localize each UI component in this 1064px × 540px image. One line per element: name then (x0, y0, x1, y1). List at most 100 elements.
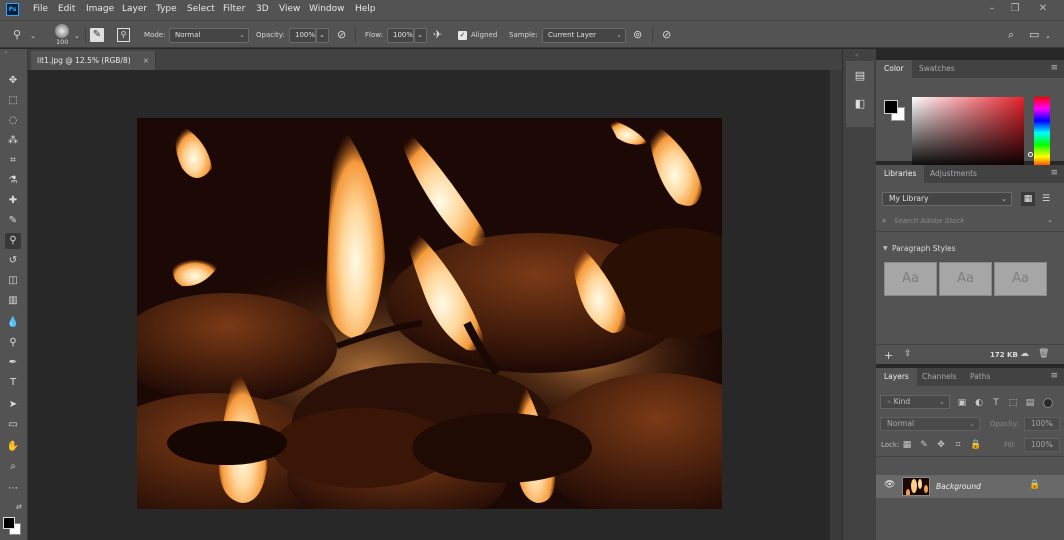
type-filter-icon[interactable]: T (990, 398, 1002, 408)
filter-toggle-icon[interactable] (1043, 398, 1053, 408)
add-icon[interactable]: + (884, 349, 893, 362)
layer-row-background[interactable]: 👁 Background 🔒 (876, 475, 1064, 498)
menu-edit[interactable]: Edit (58, 4, 75, 14)
sample-select[interactable]: Current Layer ⌄ (542, 28, 626, 43)
menu-help[interactable]: Help (355, 4, 376, 14)
canvas-area[interactable] (28, 70, 842, 540)
lock-icon[interactable]: 🔒 (1029, 480, 1040, 490)
collapse-toolbar-icon[interactable]: » (4, 50, 24, 56)
vertical-scrollbar[interactable] (830, 70, 842, 540)
menu-filter[interactable]: Filter (223, 4, 245, 14)
cloud-sync-icon[interactable]: ☁ (1020, 349, 1029, 359)
fill-input[interactable]: 100% ⌄ (1024, 438, 1060, 452)
layer-name[interactable]: Background (936, 482, 981, 491)
chevron-down-icon[interactable]: ⌄ (1045, 30, 1051, 42)
blur-tool-icon[interactable]: 💧 (5, 315, 21, 331)
opacity-input[interactable]: 100% (289, 28, 316, 43)
panel-menu-icon[interactable]: ≡ (1050, 63, 1058, 73)
workspace-icon[interactable]: ▭ (1029, 29, 1039, 41)
grid-view-icon[interactable]: ▦ (1021, 192, 1035, 206)
document-image[interactable] (137, 118, 722, 509)
lock-transparent-icon[interactable]: ▦ (901, 440, 913, 450)
toggle-clone-source-icon[interactable]: ⚲ (117, 28, 130, 42)
healing-brush-tool-icon[interactable]: ✚ (5, 193, 21, 209)
dodge-tool-icon[interactable]: ⚲ (5, 335, 21, 351)
menu-select[interactable]: Select (187, 4, 215, 14)
hue-slider[interactable] (1034, 97, 1050, 169)
menu-window[interactable]: Window (309, 4, 345, 14)
layer-thumbnail[interactable] (902, 477, 930, 496)
hand-tool-icon[interactable]: ✋ (5, 439, 21, 455)
lock-position-icon[interactable]: ✥ (935, 440, 947, 450)
upload-icon[interactable]: ⇪ (904, 349, 912, 359)
close-window-icon[interactable]: ✕ (1036, 2, 1050, 16)
chevron-down-icon[interactable]: ⌄ (1047, 216, 1053, 224)
flow-dropdown[interactable]: ⌄ (414, 28, 427, 43)
pressure-size-icon[interactable]: ⊘ (662, 29, 671, 41)
opacity-dropdown[interactable]: ⌄ (316, 28, 329, 43)
lock-all-icon[interactable]: 🔒 (970, 440, 982, 450)
lasso-tool-icon[interactable]: ◌ (5, 113, 21, 129)
airbrush-icon[interactable]: ✈ (433, 29, 442, 41)
clone-stamp-tool-icon[interactable]: ⚲ (5, 233, 21, 249)
minimize-icon[interactable]: – (985, 2, 999, 16)
panel-menu-icon[interactable]: ≡ (1050, 168, 1058, 178)
mode-select[interactable]: Normal ⌄ (169, 28, 249, 43)
ignore-adjustment-layers-icon[interactable]: ⊚ (633, 29, 642, 41)
quick-selection-tool-icon[interactable]: ⁂ (5, 133, 21, 149)
eyedropper-tool-icon[interactable]: ⚗ (5, 173, 21, 189)
foreground-color-swatch[interactable] (3, 517, 15, 529)
menu-image[interactable]: Image (86, 4, 114, 14)
path-selection-tool-icon[interactable]: ➤ (5, 397, 21, 413)
brush-preview-icon[interactable] (55, 24, 69, 38)
stock-search-input[interactable]: Search Adobe Stock (894, 217, 964, 225)
disclosure-triangle-icon[interactable]: ▼ (883, 245, 888, 252)
restore-icon[interactable]: ❐ (1008, 2, 1022, 16)
pen-tool-icon[interactable]: ✒ (5, 355, 21, 371)
layer-filter-select[interactable]: ⌕ Kind ⌄ (880, 395, 950, 409)
history-panel-icon[interactable]: ▤ (853, 69, 867, 83)
tab-libraries[interactable]: Libraries (876, 165, 925, 183)
library-select[interactable]: My Library ⌄ (882, 192, 1012, 206)
trash-icon[interactable]: 🗑 (1038, 349, 1049, 359)
menu-file[interactable]: File (33, 4, 48, 14)
tab-paths[interactable]: Paths (962, 368, 998, 386)
rectangle-tool-icon[interactable]: ▭ (5, 417, 21, 433)
flow-input[interactable]: 100% (387, 28, 414, 43)
close-icon[interactable]: × (143, 51, 149, 70)
aligned-checkbox[interactable]: ✓ (458, 31, 467, 40)
tab-layers[interactable]: Layers (876, 368, 917, 386)
panel-menu-icon[interactable]: ≡ (1050, 371, 1058, 381)
list-view-icon[interactable]: ☰ (1039, 192, 1053, 206)
tab-swatches[interactable]: Swatches (911, 60, 963, 78)
visibility-eye-icon[interactable]: 👁 (884, 480, 895, 490)
search-icon[interactable]: ⌕ (1008, 29, 1014, 41)
tab-adjustments[interactable]: Adjustments (922, 165, 985, 183)
gradient-tool-icon[interactable]: ▥ (5, 293, 21, 309)
brush-tool-icon[interactable]: ✎ (5, 213, 21, 229)
pressure-opacity-icon[interactable]: ⊘ (337, 29, 346, 41)
properties-panel-icon[interactable]: ◧ (853, 97, 867, 111)
menu-view[interactable]: View (279, 4, 300, 14)
tab-channels[interactable]: Channels (914, 368, 965, 386)
blend-mode-select[interactable]: Normal ⌄ (880, 417, 980, 431)
shape-filter-icon[interactable]: ⬚ (1007, 398, 1019, 408)
paragraph-style-tile[interactable]: Aa (994, 262, 1047, 296)
layer-opacity-input[interactable]: 100% ⌄ (1024, 417, 1060, 431)
type-tool-icon[interactable]: T (5, 375, 21, 391)
chevron-down-icon[interactable]: ⌄ (74, 30, 80, 42)
menu-type[interactable]: Type (156, 4, 177, 14)
document-tab[interactable]: lit1.jpg @ 12.5% (RGB/8) × (31, 51, 156, 70)
swap-colors-icon[interactable]: ⇄ (16, 503, 22, 511)
toggle-brush-panel-icon[interactable]: ✎ (90, 28, 104, 42)
tab-color[interactable]: Color (876, 60, 912, 78)
eraser-tool-icon[interactable]: ◫ (5, 273, 21, 289)
adjustment-filter-icon[interactable]: ◐ (973, 398, 985, 408)
foreground-swatch[interactable] (884, 100, 898, 114)
lock-artboard-icon[interactable]: ⌗ (952, 440, 964, 450)
move-tool-icon[interactable]: ✥ (5, 73, 21, 89)
zoom-tool-icon[interactable]: ⌕ (5, 459, 21, 475)
paragraph-style-tile[interactable]: Aa (939, 262, 992, 296)
color-picker-field[interactable] (912, 97, 1024, 169)
menu-3d[interactable]: 3D (256, 4, 269, 14)
